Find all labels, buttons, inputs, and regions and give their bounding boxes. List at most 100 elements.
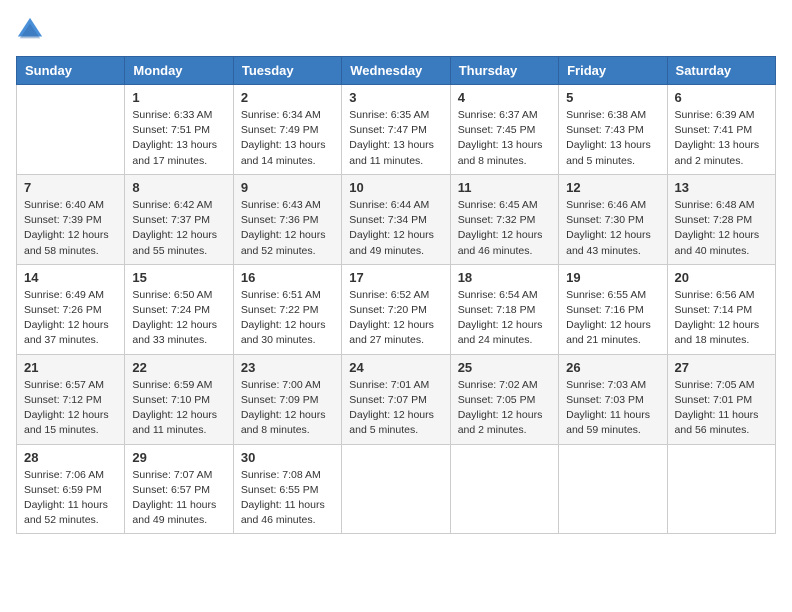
day-info: Sunrise: 6:52 AM Sunset: 7:20 PM Dayligh… [349,288,442,349]
calendar-cell: 1 Sunrise: 6:33 AM Sunset: 7:51 PM Daylig… [125,85,233,175]
day-number: 1 [132,90,225,105]
calendar-cell: 14 Sunrise: 6:49 AM Sunset: 7:26 PM Dayli… [17,264,125,354]
calendar-cell: 30Sunrise: 7:08 AM Sunset: 6:55 PM Dayli… [233,444,341,534]
day-info: Sunrise: 6:45 AM Sunset: 7:32 PM Dayligh… [458,198,551,259]
col-header-tuesday: Tuesday [233,57,341,85]
day-number: 19 [566,270,659,285]
week-row-5: 28 Sunrise: 7:06 AM Sunset: 6:59 PM Dayli… [17,444,776,534]
day-info: Sunrise: 7:06 AM Sunset: 6:59 PM Dayligh… [24,468,117,529]
day-info: Sunrise: 6:54 AM Sunset: 7:18 PM Dayligh… [458,288,551,349]
calendar-cell: 7 Sunrise: 6:40 AM Sunset: 7:39 PM Daylig… [17,174,125,264]
day-info: Sunrise: 6:51 AM Sunset: 7:22 PM Dayligh… [241,288,334,349]
day-number: 2 [241,90,334,105]
calendar-cell: 5 Sunrise: 6:38 AM Sunset: 7:43 PM Daylig… [559,85,667,175]
calendar-cell [17,85,125,175]
col-header-wednesday: Wednesday [342,57,450,85]
day-info: Sunrise: 6:49 AM Sunset: 7:26 PM Dayligh… [24,288,117,349]
calendar-cell [342,444,450,534]
day-number: 11 [458,180,551,195]
day-info: Sunrise: 6:37 AM Sunset: 7:45 PM Dayligh… [458,108,551,169]
col-header-saturday: Saturday [667,57,775,85]
day-info: Sunrise: 7:05 AM Sunset: 7:01 PM Dayligh… [675,378,768,439]
day-info: Sunrise: 6:42 AM Sunset: 7:37 PM Dayligh… [132,198,225,259]
day-number: 13 [675,180,768,195]
day-info: Sunrise: 6:43 AM Sunset: 7:36 PM Dayligh… [241,198,334,259]
day-info: Sunrise: 7:00 AM Sunset: 7:09 PM Dayligh… [241,378,334,439]
day-number: 16 [241,270,334,285]
calendar-cell: 29 Sunrise: 7:07 AM Sunset: 6:57 PM Dayli… [125,444,233,534]
day-info: Sunrise: 6:59 AM Sunset: 7:10 PM Dayligh… [132,378,225,439]
calendar-cell: 13 Sunrise: 6:48 AM Sunset: 7:28 PM Dayli… [667,174,775,264]
day-info: Sunrise: 6:38 AM Sunset: 7:43 PM Dayligh… [566,108,659,169]
calendar-cell: 28 Sunrise: 7:06 AM Sunset: 6:59 PM Dayli… [17,444,125,534]
week-row-1: 1 Sunrise: 6:33 AM Sunset: 7:51 PM Daylig… [17,85,776,175]
day-info: Sunrise: 6:46 AM Sunset: 7:30 PM Dayligh… [566,198,659,259]
day-info: Sunrise: 6:55 AM Sunset: 7:16 PM Dayligh… [566,288,659,349]
calendar-cell: 24Sunrise: 7:01 AM Sunset: 7:07 PM Dayli… [342,354,450,444]
day-info: Sunrise: 6:39 AM Sunset: 7:41 PM Dayligh… [675,108,768,169]
day-number: 6 [675,90,768,105]
col-header-friday: Friday [559,57,667,85]
day-info: Sunrise: 7:07 AM Sunset: 6:57 PM Dayligh… [132,468,225,529]
day-info: Sunrise: 6:50 AM Sunset: 7:24 PM Dayligh… [132,288,225,349]
day-number: 28 [24,450,117,465]
calendar-cell: 19 Sunrise: 6:55 AM Sunset: 7:16 PM Dayli… [559,264,667,354]
day-number: 5 [566,90,659,105]
logo-icon [16,16,44,44]
day-info: Sunrise: 6:57 AM Sunset: 7:12 PM Dayligh… [24,378,117,439]
day-info: Sunrise: 6:34 AM Sunset: 7:49 PM Dayligh… [241,108,334,169]
day-number: 25 [458,360,551,375]
calendar-cell: 27Sunrise: 7:05 AM Sunset: 7:01 PM Dayli… [667,354,775,444]
calendar-cell: 22Sunrise: 6:59 AM Sunset: 7:10 PM Dayli… [125,354,233,444]
calendar-cell: 15Sunrise: 6:50 AM Sunset: 7:24 PM Dayli… [125,264,233,354]
calendar-cell: 18 Sunrise: 6:54 AM Sunset: 7:18 PM Dayli… [450,264,558,354]
day-number: 20 [675,270,768,285]
day-number: 3 [349,90,442,105]
calendar-cell: 16 Sunrise: 6:51 AM Sunset: 7:22 PM Dayli… [233,264,341,354]
day-info: Sunrise: 6:44 AM Sunset: 7:34 PM Dayligh… [349,198,442,259]
calendar-header: SundayMondayTuesdayWednesdayThursdayFrid… [17,57,776,85]
logo [16,16,48,44]
calendar-cell: 2 Sunrise: 6:34 AM Sunset: 7:49 PM Daylig… [233,85,341,175]
day-number: 21 [24,360,117,375]
calendar-cell: 20 Sunrise: 6:56 AM Sunset: 7:14 PM Dayli… [667,264,775,354]
day-number: 30 [241,450,334,465]
col-header-sunday: Sunday [17,57,125,85]
day-number: 23 [241,360,334,375]
day-number: 4 [458,90,551,105]
day-info: Sunrise: 6:48 AM Sunset: 7:28 PM Dayligh… [675,198,768,259]
calendar-cell: 25 Sunrise: 7:02 AM Sunset: 7:05 PM Dayli… [450,354,558,444]
day-number: 18 [458,270,551,285]
calendar-cell: 23 Sunrise: 7:00 AM Sunset: 7:09 PM Dayli… [233,354,341,444]
calendar-cell: 26 Sunrise: 7:03 AM Sunset: 7:03 PM Dayli… [559,354,667,444]
day-info: Sunrise: 6:56 AM Sunset: 7:14 PM Dayligh… [675,288,768,349]
calendar-cell: 6 Sunrise: 6:39 AM Sunset: 7:41 PM Daylig… [667,85,775,175]
calendar-cell: 8 Sunrise: 6:42 AM Sunset: 7:37 PM Daylig… [125,174,233,264]
day-info: Sunrise: 6:40 AM Sunset: 7:39 PM Dayligh… [24,198,117,259]
col-header-monday: Monday [125,57,233,85]
day-info: Sunrise: 7:02 AM Sunset: 7:05 PM Dayligh… [458,378,551,439]
week-row-2: 7 Sunrise: 6:40 AM Sunset: 7:39 PM Daylig… [17,174,776,264]
calendar-cell: 9Sunrise: 6:43 AM Sunset: 7:36 PM Daylig… [233,174,341,264]
day-number: 24 [349,360,442,375]
calendar-cell: 3 Sunrise: 6:35 AM Sunset: 7:47 PM Daylig… [342,85,450,175]
day-number: 7 [24,180,117,195]
day-info: Sunrise: 6:33 AM Sunset: 7:51 PM Dayligh… [132,108,225,169]
calendar-cell: 17Sunrise: 6:52 AM Sunset: 7:20 PM Dayli… [342,264,450,354]
day-info: Sunrise: 7:03 AM Sunset: 7:03 PM Dayligh… [566,378,659,439]
page-header [16,16,776,44]
calendar-cell: 4 Sunrise: 6:37 AM Sunset: 7:45 PM Daylig… [450,85,558,175]
day-number: 29 [132,450,225,465]
calendar-cell [450,444,558,534]
day-number: 14 [24,270,117,285]
calendar-cell: 12Sunrise: 6:46 AM Sunset: 7:30 PM Dayli… [559,174,667,264]
calendar-cell: 10Sunrise: 6:44 AM Sunset: 7:34 PM Dayli… [342,174,450,264]
calendar-table: SundayMondayTuesdayWednesdayThursdayFrid… [16,56,776,534]
day-number: 26 [566,360,659,375]
week-row-4: 21 Sunrise: 6:57 AM Sunset: 7:12 PM Dayli… [17,354,776,444]
calendar-cell: 21 Sunrise: 6:57 AM Sunset: 7:12 PM Dayli… [17,354,125,444]
day-info: Sunrise: 6:35 AM Sunset: 7:47 PM Dayligh… [349,108,442,169]
day-number: 8 [132,180,225,195]
col-header-thursday: Thursday [450,57,558,85]
week-row-3: 14 Sunrise: 6:49 AM Sunset: 7:26 PM Dayli… [17,264,776,354]
